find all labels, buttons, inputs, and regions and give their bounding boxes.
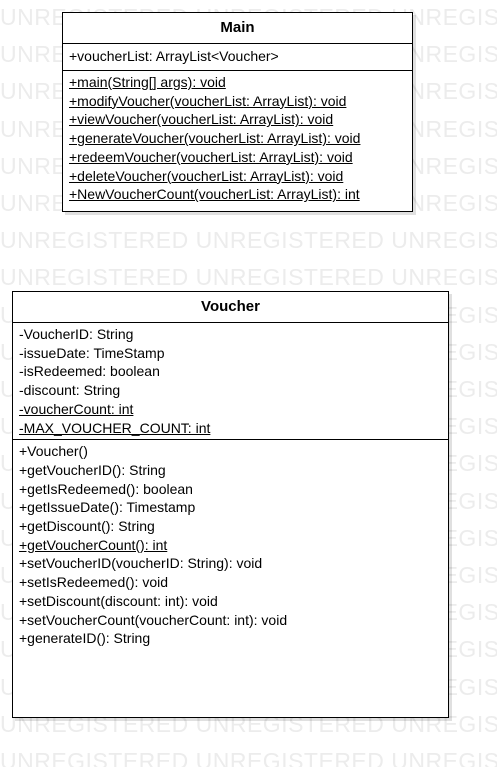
operation-item[interactable]: +redeemVoucher(voucherList: ArrayList): … bbox=[69, 148, 406, 167]
class-main[interactable]: Main +voucherList: ArrayList<Voucher> +m… bbox=[62, 12, 413, 212]
attribute-item[interactable]: -isRedeemed: boolean bbox=[19, 362, 442, 381]
operation-item[interactable]: +setVoucherID(voucherID: String): void bbox=[19, 554, 442, 573]
operation-item[interactable]: +main(String[] args): void bbox=[69, 73, 406, 92]
class-main-operations: +main(String[] args): void +modifyVoucher… bbox=[63, 71, 412, 206]
watermark-row: UNREGISTERED UNREGISTERED UNREGISTERED bbox=[0, 264, 497, 291]
class-voucher-attributes: -VoucherID: String -issueDate: TimeStamp -… bbox=[13, 323, 448, 441]
operation-item[interactable]: +getIssueDate(): Timestamp bbox=[19, 498, 442, 517]
operation-item[interactable]: +viewVoucher(voucherList: ArrayList): vo… bbox=[69, 110, 406, 129]
attribute-item[interactable]: -VoucherID: String bbox=[19, 325, 442, 344]
attribute-item[interactable]: -MAX_VOUCHER_COUNT: int bbox=[19, 419, 442, 438]
watermark-row: UNREGISTERED UNREGISTERED UNREGISTERED bbox=[0, 227, 497, 254]
attribute-item[interactable]: +voucherList: ArrayList<Voucher> bbox=[69, 47, 406, 66]
operation-item[interactable]: +modifyVoucher(voucherList: ArrayList): … bbox=[69, 92, 406, 111]
operation-item[interactable]: +getIsRedeemed(): boolean bbox=[19, 480, 442, 499]
operation-item[interactable]: +deleteVoucher(voucherList: ArrayList): … bbox=[69, 167, 406, 186]
class-main-attributes: +voucherList: ArrayList<Voucher> bbox=[63, 44, 412, 71]
attribute-item[interactable]: -voucherCount: int bbox=[19, 400, 442, 419]
operation-item[interactable]: +getVoucherID(): String bbox=[19, 461, 442, 480]
class-voucher-operations: +Voucher() +getVoucherID(): String +getIsR… bbox=[13, 440, 448, 650]
class-voucher[interactable]: Voucher -VoucherID: String -issueDate: Ti… bbox=[12, 291, 449, 718]
attribute-item[interactable]: -issueDate: TimeStamp bbox=[19, 344, 442, 363]
operation-item[interactable]: +generateVoucher(voucherList: ArrayList)… bbox=[69, 129, 406, 148]
operation-item[interactable]: +getVoucherCount(): int bbox=[19, 536, 442, 555]
attribute-item[interactable]: -discount: String bbox=[19, 381, 442, 400]
operation-item[interactable]: +Voucher() bbox=[19, 442, 442, 461]
class-main-name: Main bbox=[63, 13, 412, 44]
operation-item[interactable]: +NewVoucherCount(voucherList: ArrayList)… bbox=[69, 185, 406, 204]
watermark-row: UNREGISTERED UNREGISTERED UNREGISTERED bbox=[0, 748, 497, 767]
operation-item[interactable]: +getDiscount(): String bbox=[19, 517, 442, 536]
operation-item[interactable]: +generateID(): String bbox=[19, 629, 442, 648]
operation-item[interactable]: +setIsRedeemed(): void bbox=[19, 573, 442, 592]
operation-item[interactable]: +setVoucherCount(voucherCount: int): voi… bbox=[19, 611, 442, 630]
class-voucher-name: Voucher bbox=[13, 292, 448, 323]
operation-item[interactable]: +setDiscount(discount: int): void bbox=[19, 592, 442, 611]
